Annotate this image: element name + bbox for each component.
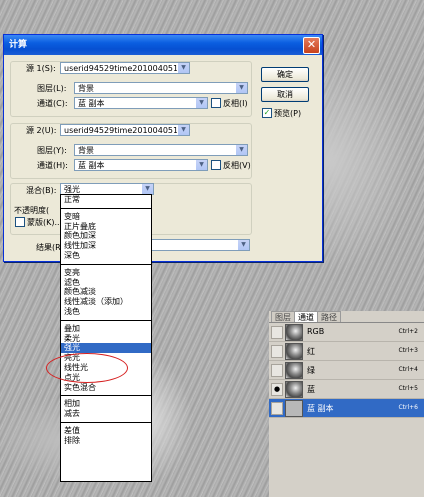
channel-thumbnail [285,381,303,398]
mask-checkbox[interactable] [15,217,25,227]
chevron-down-icon: ▼ [195,98,207,108]
chevron-down-icon: ▼ [177,125,189,135]
blend-option[interactable]: 线性加深 [61,241,151,251]
source2-channel-label: 通道(H): [37,161,68,170]
channel-row[interactable]: 蓝 副本 Ctrl+6 [269,399,424,418]
source1-file-value: userid94529time2010040510... [64,64,190,73]
blend-option[interactable]: 差值 [61,426,151,436]
eye-icon[interactable] [271,402,283,415]
blend-option[interactable]: 强光 [61,343,151,354]
source1-layer-value: 背景 [78,84,94,93]
blend-mode-dropdown: 正常变暗 正片叠底 颜色加深 线性加深 深色变亮 滤色 颜色减淡 线性减淡（添加） 浅色叠加 柔光… [60,194,152,482]
source2-label: 源 2(U): [26,126,57,135]
result-label: 结果(R [36,243,61,252]
channel-shortcut: Ctrl+6 [398,404,418,411]
channels-panel: 图层 通道 路径 RGB Ctrl+2 红 Ctrl+3 绿 Ctrl+4 ● 蓝 Ctrl+5… [269,311,424,497]
calculations-dialog: 计算 ✕ 源 1(S): userid94529time2010040510..… [3,34,323,262]
blend-option[interactable]: 变亮 [61,268,151,278]
channel-name: 蓝 副本 [307,404,334,413]
eye-icon[interactable] [271,364,283,377]
result-select[interactable]: ▼ [150,239,250,251]
source2-file-select[interactable]: userid94529time2010040510... ▼ [60,124,190,136]
mask-label[interactable]: 蒙版(K)... [27,217,62,228]
blend-option[interactable]: 柔光 [61,334,151,344]
source1-invert-checkbox[interactable] [211,98,221,108]
blend-option[interactable]: 正片叠底 [61,222,151,232]
blend-option[interactable]: 正常 [61,195,151,205]
source2-invert-label: 反相(V) [223,161,251,170]
source1-channel-select[interactable]: 蓝 副本 ▼ [74,97,208,109]
menu-separator [61,319,151,321]
channel-name: 绿 [307,366,315,375]
blend-option[interactable]: 相加 [61,399,151,409]
dialog-title: 计算 [9,40,28,50]
channel-shortcut: Ctrl+5 [398,385,418,392]
source2-invert-checkbox[interactable] [211,160,221,170]
blend-option[interactable]: 颜色减淡 [61,287,151,297]
source1-channel-value: 蓝 副本 [78,99,105,108]
source2-channel-select[interactable]: 蓝 副本 ▼ [74,159,208,171]
menu-separator [61,263,151,265]
close-button[interactable]: ✕ [303,37,320,54]
blend-option[interactable]: 浅色 [61,307,151,317]
cancel-button[interactable]: 取消 [261,87,309,102]
chevron-down-icon: ▼ [195,160,207,170]
source1-layer-select[interactable]: 背景 ▼ [74,82,248,94]
blend-option[interactable]: 线性减淡（添加） [61,297,151,307]
channel-row[interactable]: 红 Ctrl+3 [269,342,424,361]
chevron-down-icon: ▼ [141,184,153,194]
panel-tabs: 图层 通道 路径 [269,311,424,323]
ok-button[interactable]: 确定 [261,67,309,82]
menu-separator [61,421,151,423]
source1-layer-label: 图层(L): [37,84,67,93]
dialog-title-bar[interactable]: 计算 ✕ [4,35,322,55]
preview-label: 预览(P) [274,109,302,118]
blend-option[interactable]: 滤色 [61,278,151,288]
chevron-down-icon: ▼ [235,145,247,155]
chevron-down-icon: ▼ [177,63,189,73]
channel-thumbnail [285,400,303,417]
blend-mode-value: 强光 [64,185,80,194]
eye-icon[interactable] [271,326,283,339]
chevron-down-icon: ▼ [235,83,247,93]
eye-icon[interactable]: ● [271,383,283,396]
source2-file-value: userid94529time2010040510... [64,126,190,135]
channel-thumbnail [285,324,303,341]
blend-option[interactable]: 排除 [61,436,151,446]
channel-name: 红 [307,347,315,356]
preview-checkbox[interactable]: ✓ [262,108,272,118]
blend-label: 混合(B): [26,186,57,195]
channel-shortcut: Ctrl+2 [398,328,418,335]
source1-channel-label: 通道(C): [37,99,68,108]
source2-layer-value: 背景 [78,146,94,155]
channel-shortcut: Ctrl+3 [398,347,418,354]
source2-layer-select[interactable]: 背景 ▼ [74,144,248,156]
channel-name: 蓝 [307,385,315,394]
opacity-label: 不透明度( [14,206,50,215]
source2-layer-label: 图层(Y): [37,146,67,155]
blend-option[interactable]: 变暗 [61,212,151,222]
channel-row[interactable]: RGB Ctrl+2 [269,323,424,342]
channel-row[interactable]: ● 蓝 Ctrl+5 [269,380,424,399]
source2-channel-value: 蓝 副本 [78,161,105,170]
channel-thumbnail [285,362,303,379]
channel-row[interactable]: 绿 Ctrl+4 [269,361,424,380]
blend-option[interactable]: 颜色加深 [61,231,151,241]
eye-icon[interactable] [271,345,283,358]
channel-thumbnail [285,343,303,360]
source1-file-select[interactable]: userid94529time2010040510... ▼ [60,62,190,74]
blend-option[interactable]: 实色混合 [61,383,151,393]
menu-separator [61,395,151,397]
menu-separator [61,207,151,209]
highlight-annotation [46,353,128,383]
channel-name: RGB [307,327,325,336]
blend-option[interactable]: 减去 [61,409,151,419]
blend-option[interactable]: 叠加 [61,324,151,334]
channel-shortcut: Ctrl+4 [398,366,418,373]
blend-option[interactable]: 深色 [61,251,151,261]
chevron-down-icon: ▼ [237,240,249,250]
source1-invert-label: 反相(I) [223,99,248,108]
source1-label: 源 1(S): [26,64,56,73]
